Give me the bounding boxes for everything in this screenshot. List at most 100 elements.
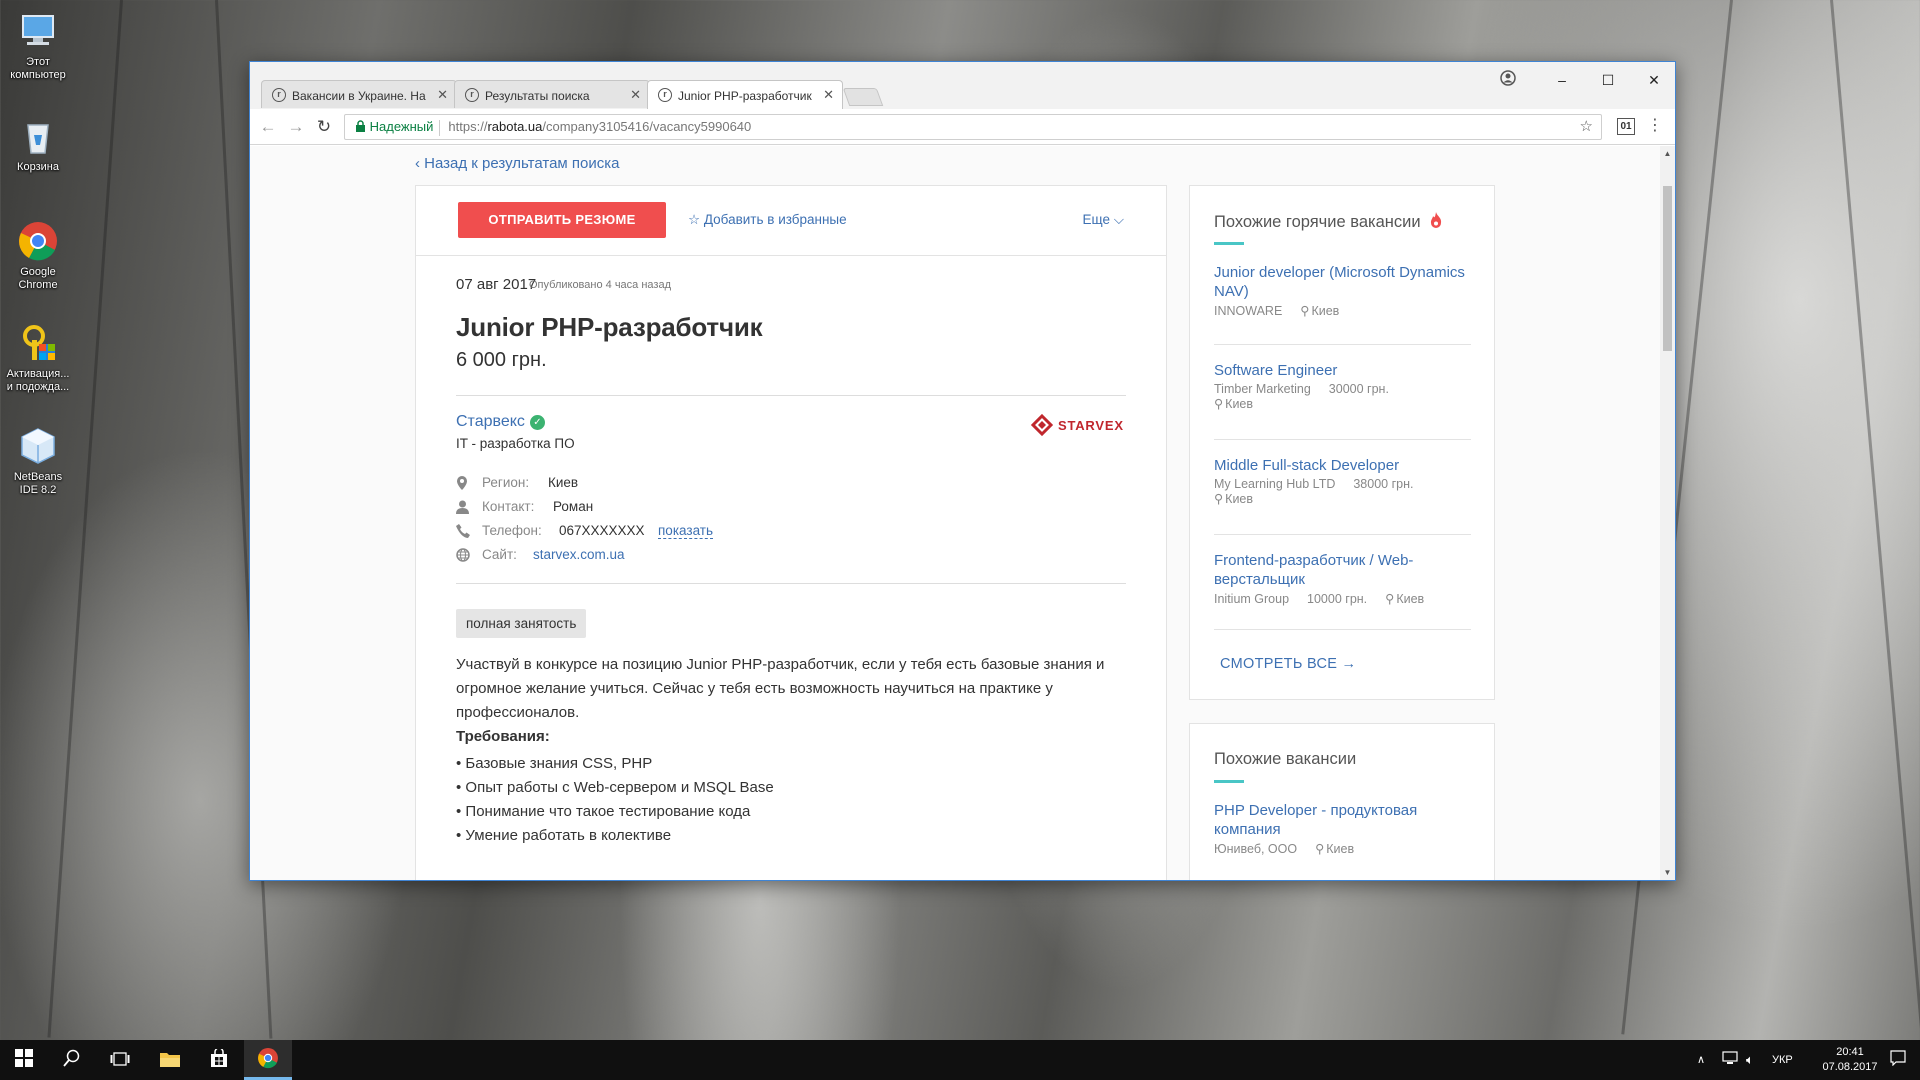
company-name-link[interactable]: Старвекс ✓ <box>456 413 545 431</box>
divider <box>1214 344 1471 345</box>
address-bar[interactable]: Надежный https://rabota.ua/company3105416… <box>344 114 1602 140</box>
search-icon <box>63 1049 80 1067</box>
requirements-title: Требования: <box>456 728 550 745</box>
similar-vacancies-panel: Похожие вакансии PHP Developer - продукт… <box>1189 723 1495 880</box>
vacancy-link[interactable]: PHP Developer - продуктовая компания <box>1214 801 1471 839</box>
scroll-down-arrow-icon[interactable]: ▼ <box>1660 868 1675 877</box>
desktop-icon-label: Этот компьютер <box>10 56 66 81</box>
location-pin-icon <box>456 476 470 490</box>
vacancy-link[interactable]: Software Engineer <box>1214 361 1471 380</box>
url-host: rabota.ua <box>487 119 543 134</box>
taskbar: ∧ 🔈︎ УКР 20:41 07.08.2017 <box>0 1040 1920 1080</box>
tab-search-results[interactable]: r Результаты поиска ✕ <box>454 80 650 108</box>
vacancy-link[interactable]: Junior developer (Microsoft Dynamics NAV… <box>1214 263 1471 301</box>
desktop-icon-this-pc[interactable]: Этот компьютер <box>4 10 72 82</box>
vacancy-link[interactable]: Frontend-разработчик / Web-верстальщик <box>1214 551 1471 589</box>
tab-vacancies-ukraine[interactable]: r Вакансии в Украине. На ✕ <box>261 80 457 108</box>
vacancy-city: Киев <box>1225 492 1254 506</box>
scroll-thumb[interactable] <box>1663 186 1672 351</box>
page-viewport: ‹ Назад к результатам поиска ОТПРАВИТЬ Р… <box>250 146 1660 880</box>
new-tab-button[interactable] <box>842 88 884 106</box>
vacancy-title: Junior PHP-разработчик <box>456 312 763 342</box>
profile-icon[interactable] <box>1500 70 1516 86</box>
location-pin-icon: ⚲ <box>1300 304 1310 318</box>
vacancy-meta: Timber Marketing 30000 грн. <box>1214 382 1471 396</box>
network-icon[interactable] <box>1722 1051 1738 1080</box>
location-pin-icon: ⚲ <box>1214 492 1224 506</box>
forward-arrow-icon[interactable]: → <box>284 115 308 139</box>
vacancy-meta: INNOWARE ⚲ Киев <box>1214 303 1471 318</box>
minimize-button[interactable]: – <box>1539 66 1585 94</box>
vacancy-meta: Initium Group 10000 грн. ⚲ Киев <box>1214 591 1471 606</box>
phone-row: Телефон: 067XXXXXXX показать <box>456 523 856 541</box>
store-button[interactable] <box>195 1040 243 1080</box>
phone-icon <box>456 524 470 538</box>
rabota-favicon-icon: r <box>658 88 672 102</box>
requirement-item: Базовые знания CSS, PHP <box>456 752 774 776</box>
close-icon[interactable]: ✕ <box>630 87 641 103</box>
phone-value: 067XXXXXXX <box>559 523 645 538</box>
vacancy-salary: 10000 грн. <box>1307 592 1368 606</box>
clock-time: 20:41 <box>1836 1046 1864 1058</box>
vacancy-city: Киев <box>1311 304 1340 318</box>
chrome-icon <box>258 1048 278 1069</box>
add-favorite-link[interactable]: ☆ Добавить в избранные <box>688 212 847 228</box>
contact-row: Контакт: Роман <box>456 499 756 517</box>
back-arrow-icon[interactable]: ← <box>256 115 280 139</box>
send-resume-button[interactable]: ОТПРАВИТЬ РЕЗЮМЕ <box>458 202 666 238</box>
menu-kebab-icon[interactable]: ⋮ <box>1647 115 1663 137</box>
close-window-button[interactable]: ✕ <box>1631 66 1677 94</box>
hot-vacancy-item[interactable]: Middle Full-stack Developer My Learning … <box>1214 456 1471 506</box>
region-label: Регион: <box>482 475 530 490</box>
page-scrollbar[interactable]: ▲ ▼ <box>1660 146 1675 880</box>
extension-icon[interactable]: 01 <box>1617 118 1635 135</box>
similar-vacancy-item[interactable]: PHP Developer - продуктовая компания Юни… <box>1214 801 1471 856</box>
volume-icon[interactable]: 🔈︎ <box>1746 1052 1754 1080</box>
language-indicator[interactable]: УКР <box>1772 1054 1793 1080</box>
hot-vacancies-panel: Похожие горячие вакансии Junior develope… <box>1189 185 1495 700</box>
company-logo[interactable]: STARVEX <box>1030 413 1131 440</box>
close-icon[interactable]: ✕ <box>437 87 448 103</box>
vacancy-city: Киев <box>1225 397 1254 411</box>
site-row: Сайт: starvex.com.ua <box>456 547 856 565</box>
divider <box>456 395 1126 396</box>
vacancy-description: Участвуй в конкурсе на позицию Junior PH… <box>456 656 1105 721</box>
divider <box>1214 629 1471 630</box>
reload-icon[interactable]: ↻ <box>312 115 336 139</box>
file-explorer-button[interactable] <box>146 1040 194 1080</box>
vacancy-link[interactable]: Middle Full-stack Developer <box>1214 456 1471 475</box>
requirement-item: Понимание что такое тестирование кода <box>456 800 774 824</box>
browser-toolbar: ← → ↻ Надежный https://rabota.ua/company3… <box>250 109 1675 145</box>
maximize-button[interactable]: ☐ <box>1585 66 1631 94</box>
desktop-icon-recycle-bin[interactable]: Корзина <box>4 115 72 174</box>
chrome-taskbar-button[interactable] <box>244 1040 292 1080</box>
desktop-icon-activation[interactable]: Активация... и подожда... <box>4 322 72 394</box>
site-link[interactable]: starvex.com.ua <box>533 547 625 562</box>
hot-vacancy-item[interactable]: Junior developer (Microsoft Dynamics NAV… <box>1214 263 1471 318</box>
verified-check-icon: ✓ <box>529 415 545 430</box>
close-icon[interactable]: ✕ <box>823 87 834 103</box>
hot-vacancy-item[interactable]: Software Engineer Timber Marketing 30000 … <box>1214 361 1471 411</box>
see-all-link[interactable]: СМОТРЕТЬ ВСЕ → <box>1220 656 1356 672</box>
more-dropdown[interactable]: Еще ⌵ <box>1083 212 1124 228</box>
vacancy-city: Киев <box>1326 842 1355 856</box>
company-name[interactable]: Старвекс <box>456 413 525 430</box>
back-to-results-link[interactable]: ‹ Назад к результатам поиска <box>415 155 620 172</box>
desktop-icon-netbeans[interactable]: NetBeans IDE 8.2 <box>4 425 72 497</box>
search-button[interactable] <box>48 1040 96 1080</box>
notification-icon[interactable] <box>1890 1050 1906 1080</box>
tab-junior-php[interactable]: r Junior PHP-разработчик ✕ <box>647 80 843 109</box>
tray-chevron-icon[interactable]: ∧ <box>1697 1053 1705 1080</box>
location-pin-icon: ⚲ <box>1385 592 1395 606</box>
scroll-up-arrow-icon[interactable]: ▲ <box>1660 149 1675 158</box>
divider <box>1214 439 1471 440</box>
hot-vacancy-item[interactable]: Frontend-разработчик / Web-верстальщик I… <box>1214 551 1471 606</box>
clock[interactable]: 20:41 07.08.2017 <box>1820 1045 1880 1080</box>
desktop-icon-chrome[interactable]: Google Chrome <box>4 220 72 292</box>
person-icon <box>456 500 470 514</box>
bookmark-star-icon[interactable]: ☆ <box>1580 115 1593 139</box>
task-view-button[interactable] <box>96 1040 144 1080</box>
start-button[interactable] <box>0 1040 48 1080</box>
show-phone-link[interactable]: показать <box>658 523 713 539</box>
clock-date: 07.08.2017 <box>1822 1061 1878 1073</box>
